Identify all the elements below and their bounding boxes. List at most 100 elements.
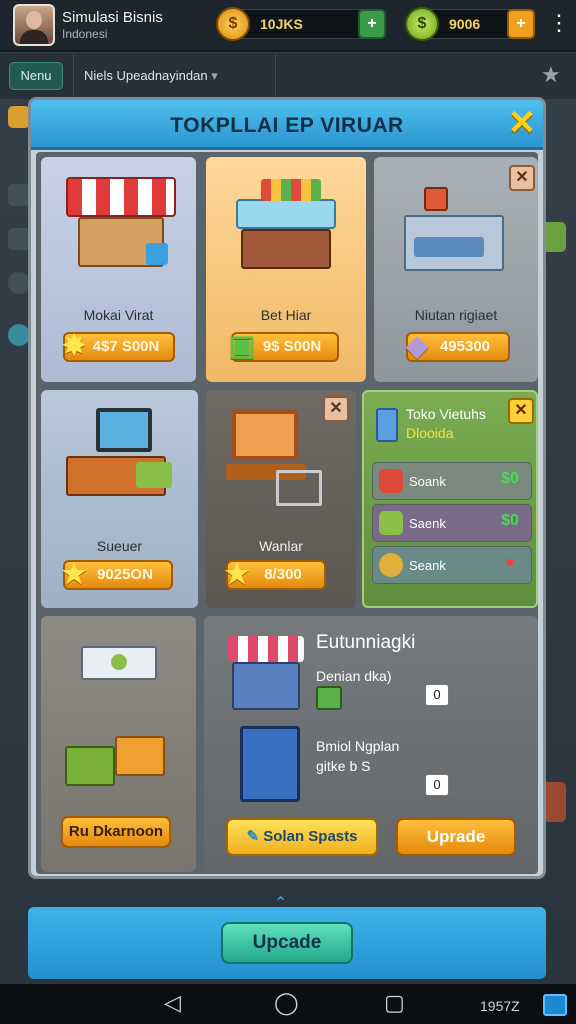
close-card-button[interactable]: ✕: [509, 165, 535, 191]
gem-icon: $: [405, 7, 439, 41]
player-name: Simulasi Bisnis: [62, 9, 163, 26]
upgrade-panel: Eutunniagki Denian dka) 0 Bmiol Ngplan g…: [204, 616, 538, 872]
side-icon-1[interactable]: [8, 106, 30, 128]
add-coins-button[interactable]: +: [358, 9, 386, 39]
upgrade-item1-checkbox[interactable]: 0: [425, 684, 449, 706]
toko-row[interactable]: Seank ●: [372, 546, 532, 584]
back-icon[interactable]: ◁: [164, 990, 181, 1016]
battery-icon: [543, 994, 567, 1016]
solan-spasts-button[interactable]: ✎ Solan Spasts: [226, 818, 378, 856]
toko-icon: [376, 408, 398, 442]
upgrade-item2-sublabel: gitke b S: [316, 758, 371, 774]
toko-row-value: $0: [501, 470, 519, 487]
card-name: Mokai Virat: [83, 307, 154, 323]
shop-card-4[interactable]: Sueuer ★ 9025ON: [41, 390, 198, 608]
medal-icon: [379, 553, 403, 577]
coin-counter: $ 10JKS +: [216, 7, 386, 41]
close-icon[interactable]: ✕: [507, 106, 537, 140]
game-screen: Simulasi Bisnis Indonesi $ 10JKS + $ 900…: [0, 0, 576, 1024]
shop-card-3[interactable]: ✕ Niutan rigiaet ◆ 495300: [374, 157, 538, 382]
buy-button[interactable]: ★ 9025ON: [61, 559, 173, 590]
box-icon: ◆: [406, 330, 428, 361]
toko-row-label: Saenk: [409, 516, 446, 531]
card-name: Bet Hiar: [260, 307, 312, 323]
star-coin-icon: ★: [224, 558, 250, 589]
crate-icon: [379, 511, 403, 535]
clock: 1957Z: [480, 998, 520, 1014]
card-price: 9$ S00N: [262, 338, 322, 355]
card-name: Wanlar: [259, 538, 303, 554]
fruit-stand-image: [231, 179, 341, 279]
produce-crates-image: [65, 726, 175, 796]
billboard-image: [240, 726, 304, 806]
shop-icon: [379, 469, 403, 493]
menu-button[interactable]: Nenu: [9, 62, 63, 90]
player-avatar[interactable]: [13, 4, 55, 46]
chevron-down-icon: ▾: [211, 68, 218, 83]
toko-row-label: Soank: [409, 474, 446, 489]
side-icon-5[interactable]: [8, 324, 30, 346]
toko-row-value: $0: [501, 512, 519, 529]
card-price: 495300: [439, 338, 491, 355]
shop-card-6[interactable]: Ru Dkarnoon: [41, 616, 196, 872]
recent-apps-icon[interactable]: ▢: [384, 990, 405, 1016]
category-dropdown[interactable]: Niels Upeadnayindan ▾: [73, 54, 276, 98]
more-menu-icon[interactable]: ⋮: [548, 12, 570, 34]
gem-value: 9006: [449, 16, 481, 32]
card-price: 9025ON: [97, 566, 153, 583]
shop-card-1[interactable]: Mokai Virat ✸ 4$7 S00N: [41, 157, 196, 382]
close-toko-button[interactable]: ✕: [508, 398, 534, 424]
upcade-button[interactable]: Upcade: [221, 922, 353, 964]
add-gems-button[interactable]: +: [507, 9, 535, 39]
star-icon[interactable]: ★: [541, 62, 561, 88]
upgrade-item2-label: Bmiol Ngplan: [316, 738, 400, 754]
card-name: Sueuer: [96, 538, 143, 554]
card-price: 4$7 S00N: [92, 338, 160, 355]
toko-title: Toko Vietuhs: [406, 406, 486, 422]
card-price: 8/300: [264, 566, 302, 583]
shop-card-2[interactable]: Bet Hiar ▣ 9$ S00N: [206, 157, 366, 382]
toko-subtitle: Dlooida: [406, 425, 454, 441]
side-icon-4[interactable]: [8, 272, 30, 294]
leaf-icon: [316, 686, 342, 710]
gem-counter: $ 9006 +: [405, 7, 535, 41]
buy-button[interactable]: ◆ 495300: [406, 331, 510, 362]
toko-panel: Toko Vietuhs Dlooida ✕ Soank $0 Saenk $0…: [362, 390, 538, 608]
buy-button[interactable]: ▣ 9$ S00N: [229, 331, 339, 362]
home-icon[interactable]: ◯: [274, 990, 299, 1016]
modal-body: Mokai Virat ✸ 4$7 S00N Bet Hiar ▣ 9$ S00…: [36, 152, 538, 874]
uprade-button[interactable]: Uprade: [396, 818, 516, 856]
cash-icon: ▣: [228, 330, 256, 361]
buy-button[interactable]: ★ 8/300: [224, 559, 326, 590]
buy-button[interactable]: ✸ 4$7 S00N: [62, 331, 175, 362]
modal-title: TOKPLLAI EP VIRUAR: [170, 114, 404, 137]
toko-row[interactable]: Saenk $0: [372, 504, 532, 542]
dropdown-label: Niels Upeadnayindan: [84, 68, 208, 83]
upgrade-title: Eutunniagki: [316, 632, 416, 653]
sun-coin-icon: ✸: [62, 330, 86, 361]
market-stall-image: [66, 177, 176, 277]
shop-modal: TOKPLLAI EP VIRUAR ✕ Mokai Virat ✸ 4$7 S…: [28, 97, 546, 879]
toko-row[interactable]: Soank $0: [372, 462, 532, 500]
side-icon-2[interactable]: [8, 184, 30, 206]
ru-dkarnoon-button[interactable]: Ru Dkarnoon: [61, 816, 171, 848]
card-name: Niutan rigiaet: [414, 307, 498, 323]
star-coin-icon: ★: [61, 558, 87, 589]
wrench-icon: ✎: [246, 828, 260, 845]
toko-row-value: ●: [505, 554, 515, 571]
kiosk-image: [71, 636, 171, 706]
coin-icon: $: [216, 7, 250, 41]
upgrade-item2-checkbox[interactable]: 0: [425, 774, 449, 796]
laptop-cart-image: [226, 410, 336, 520]
toko-row-label: Seank: [409, 558, 446, 573]
store-image: [228, 636, 308, 716]
coin-value: 10JKS: [260, 16, 303, 32]
player-subtitle: Indonesi: [62, 27, 108, 41]
upgrade-item1-label: Denian dka): [316, 668, 392, 684]
side-icon-3[interactable]: [8, 228, 30, 250]
shop-card-5[interactable]: ✕ Wanlar ★ 8/300: [206, 390, 356, 608]
shop-building-image: [404, 187, 504, 277]
computer-desk-image: [66, 408, 176, 508]
solan-spasts-label: Solan Spasts: [263, 828, 358, 845]
modal-header: TOKPLLAI EP VIRUAR ✕: [31, 100, 543, 150]
